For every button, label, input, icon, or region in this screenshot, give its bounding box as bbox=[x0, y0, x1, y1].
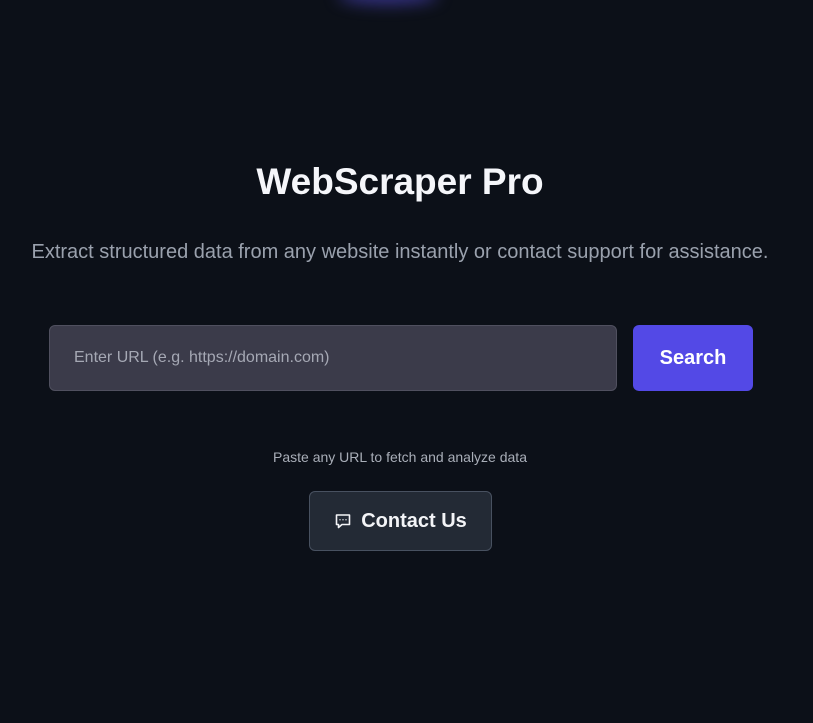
top-glow-decoration bbox=[338, 0, 438, 4]
search-button[interactable]: Search bbox=[633, 325, 753, 391]
page-subtitle: Extract structured data from any website… bbox=[31, 241, 769, 263]
search-hint: Paste any URL to fetch and analyze data bbox=[273, 449, 527, 465]
contact-us-label: Contact Us bbox=[361, 509, 467, 532]
chat-bubble-icon bbox=[334, 512, 352, 530]
page-title: WebScraper Pro bbox=[256, 161, 544, 202]
contact-us-button[interactable]: Contact Us bbox=[309, 491, 492, 551]
url-input[interactable] bbox=[49, 325, 617, 391]
page: WebScraper Pro Extract structured data f… bbox=[0, 0, 813, 723]
